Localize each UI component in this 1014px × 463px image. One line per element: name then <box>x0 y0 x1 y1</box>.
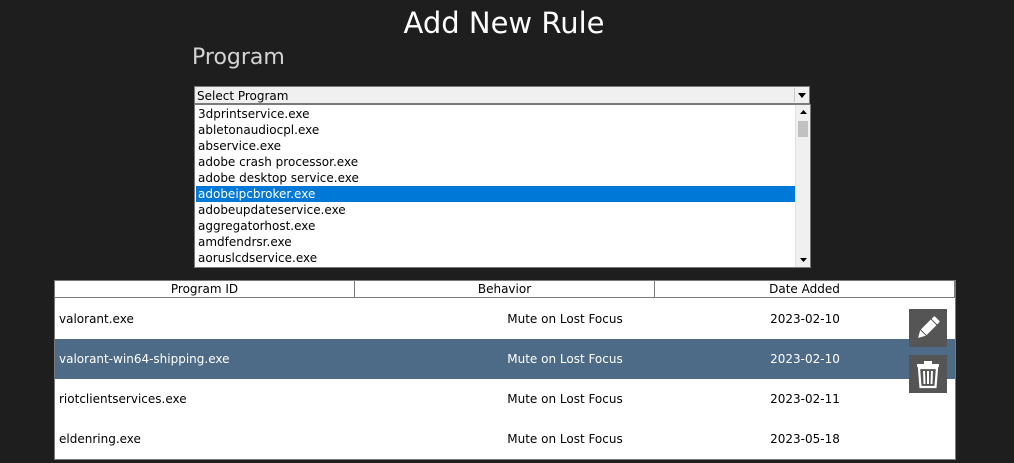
dropdown-option[interactable]: abservice.exe <box>196 138 795 154</box>
program-select[interactable]: Select Program <box>194 86 810 104</box>
column-header-date-added[interactable]: Date Added <box>655 281 955 298</box>
table-row[interactable]: eldenring.exe Mute on Lost Focus 2023-05… <box>55 419 955 459</box>
cell-date-added: 2023-05-18 <box>770 432 840 446</box>
cell-behavior: Mute on Lost Focus <box>507 312 623 326</box>
dropdown-option[interactable]: amdfendrsr.exe <box>196 234 795 250</box>
chevron-down-icon[interactable] <box>794 88 808 102</box>
cell-date-added: 2023-02-10 <box>770 312 840 326</box>
dropdown-option[interactable]: adobe crash processor.exe <box>196 154 795 170</box>
cell-behavior: Mute on Lost Focus <box>507 432 623 446</box>
scroll-down-arrow-icon[interactable] <box>797 253 810 267</box>
trash-icon <box>917 361 939 389</box>
dropdown-option[interactable]: aggregatorhost.exe <box>196 218 795 234</box>
dropdown-option[interactable]: abletonaudiocpl.exe <box>196 122 795 138</box>
edit-button[interactable] <box>909 309 947 347</box>
cell-program-id: eldenring.exe <box>59 432 141 446</box>
page-title: Add New Rule <box>403 6 605 40</box>
dropdown-option[interactable]: 3dprintservice.exe <box>196 106 795 122</box>
scroll-up-arrow-icon[interactable] <box>797 105 810 119</box>
program-dropdown-list[interactable]: 3dprintservice.exe abletonaudiocpl.exe a… <box>194 104 811 268</box>
cell-date-added: 2023-02-11 <box>770 392 840 406</box>
rules-table: Program ID Behavior Date Added valorant.… <box>54 280 956 460</box>
dropdown-scrollbar[interactable] <box>795 105 810 267</box>
table-row[interactable]: riotclientservices.exe Mute on Lost Focu… <box>55 379 955 419</box>
cell-program-id: riotclientservices.exe <box>59 392 187 406</box>
table-row-selected[interactable]: valorant-win64-shipping.exe Mute on Lost… <box>55 339 955 379</box>
column-header-program-id[interactable]: Program ID <box>55 281 355 298</box>
cell-program-id: valorant-win64-shipping.exe <box>59 352 230 366</box>
pencil-icon <box>918 316 940 338</box>
scrollbar-thumb[interactable] <box>798 121 808 137</box>
column-header-behavior[interactable]: Behavior <box>355 281 655 298</box>
dropdown-option[interactable]: adobe desktop service.exe <box>196 170 795 186</box>
delete-button[interactable] <box>909 355 947 393</box>
program-select-value: Select Program <box>197 89 289 103</box>
cell-behavior: Mute on Lost Focus <box>507 352 623 366</box>
dropdown-option[interactable]: aoruslcdservice.exe <box>196 250 795 266</box>
table-header: Program ID Behavior Date Added <box>55 281 955 299</box>
program-section-label: Program <box>192 45 285 70</box>
dropdown-option-highlighted[interactable]: adobeipcbroker.exe <box>196 186 795 202</box>
table-row[interactable]: valorant.exe Mute on Lost Focus 2023-02-… <box>55 299 955 339</box>
cell-date-added: 2023-02-10 <box>770 352 840 366</box>
cell-program-id: valorant.exe <box>59 312 134 326</box>
dropdown-option[interactable]: adobeupdateservice.exe <box>196 202 795 218</box>
cell-behavior: Mute on Lost Focus <box>507 392 623 406</box>
